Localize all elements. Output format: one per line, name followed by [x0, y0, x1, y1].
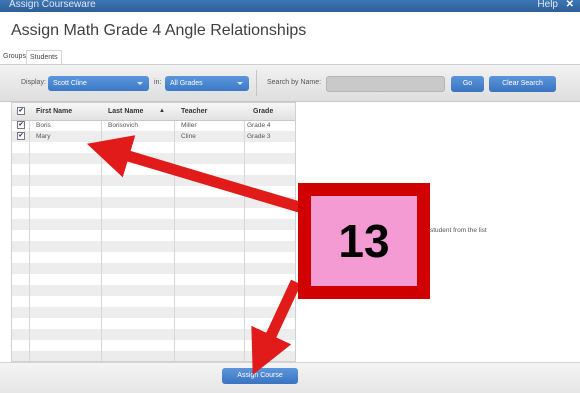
step-number-badge: 13	[298, 183, 430, 299]
arrow-to-assign-button	[251, 279, 301, 375]
arrow-to-student-list	[86, 135, 318, 218]
annotation-arrows	[86, 135, 318, 375]
step-number: 13	[311, 196, 417, 286]
